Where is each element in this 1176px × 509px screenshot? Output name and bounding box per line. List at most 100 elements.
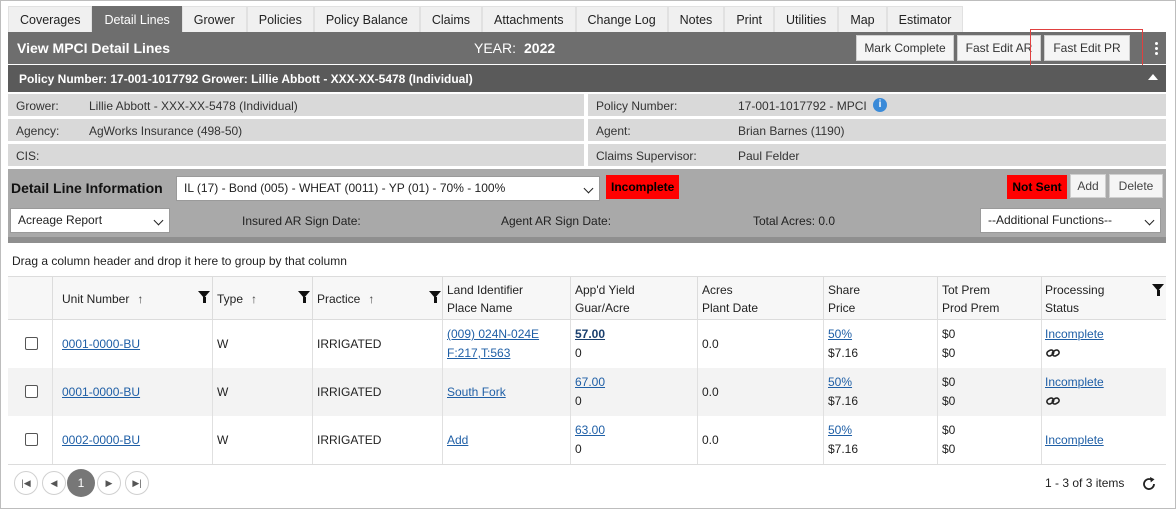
appd-yield-link[interactable]: 67.00 bbox=[575, 375, 605, 389]
tab-estimator[interactable]: Estimator bbox=[886, 6, 964, 32]
add-land-identifier-link[interactable]: Add bbox=[447, 433, 468, 447]
place-name-header-label: Place Name bbox=[447, 301, 513, 315]
detail-line-select-value: IL (17) - Bond (005) - WHEAT (0011) - YP… bbox=[184, 181, 506, 195]
processing-status-link[interactable]: Incomplete bbox=[1045, 327, 1104, 341]
tab-utilities[interactable]: Utilities bbox=[774, 6, 839, 32]
previous-page-icon[interactable]: ◀ bbox=[42, 471, 66, 495]
type-cell: W bbox=[217, 433, 229, 447]
appd-yield-link[interactable]: 57.00 bbox=[575, 327, 605, 341]
sent-status-badge: Not Sent bbox=[1007, 175, 1067, 199]
more-options-icon[interactable] bbox=[1149, 40, 1163, 58]
delete-button[interactable]: Delete bbox=[1109, 174, 1163, 198]
processing-status-link[interactable]: Incomplete bbox=[1045, 375, 1104, 389]
chevron-down-icon bbox=[153, 215, 164, 226]
column-header-unit-number[interactable]: Unit Number ↑ bbox=[52, 276, 212, 320]
column-header-practice[interactable]: Practice ↑ bbox=[312, 276, 442, 320]
tot-prem-cell: $0 bbox=[942, 375, 956, 389]
report-type-value: Acreage Report bbox=[18, 213, 103, 227]
additional-functions-select[interactable]: --Additional Functions-- bbox=[980, 208, 1161, 233]
chain-link-icon[interactable] bbox=[1046, 348, 1060, 358]
first-page-icon[interactable]: |◀ bbox=[14, 471, 38, 495]
row-checkbox[interactable] bbox=[25, 433, 38, 446]
filter-icon[interactable] bbox=[429, 291, 441, 303]
agent-value: Brian Barnes (1190) bbox=[738, 124, 845, 138]
unit-number-link[interactable]: 0002-0000-BU bbox=[62, 433, 140, 447]
tab-map[interactable]: Map bbox=[838, 6, 887, 32]
chevron-down-icon bbox=[1144, 215, 1155, 226]
table-row: 0001-0000-BU W IRRIGATED (009) 024N-024E… bbox=[8, 320, 1166, 368]
tot-prem-cell: $0 bbox=[942, 327, 956, 341]
practice-cell: IRRIGATED bbox=[317, 385, 382, 399]
processing-status-link[interactable]: Incomplete bbox=[1045, 433, 1104, 447]
row-checkbox[interactable] bbox=[25, 337, 38, 350]
tab-coverages[interactable]: Coverages bbox=[8, 6, 93, 32]
pager-info: 1 - 3 of 3 items bbox=[1045, 476, 1125, 490]
tab-detail-lines[interactable]: Detail Lines bbox=[92, 6, 182, 32]
unit-number-link[interactable]: 0001-0000-BU bbox=[62, 385, 140, 399]
grower-cell: Grower: Lillie Abbott - XXX-XX-5478 (Ind… bbox=[8, 94, 584, 116]
tab-policies[interactable]: Policies bbox=[246, 6, 314, 32]
sort-ascending-icon: ↑ bbox=[368, 292, 375, 306]
pager-divider bbox=[8, 464, 1166, 465]
share-header-label: Share bbox=[828, 283, 861, 297]
prod-prem-cell: $0 bbox=[942, 394, 956, 408]
mark-complete-button[interactable]: Mark Complete bbox=[856, 35, 954, 61]
section-divider bbox=[8, 237, 1166, 243]
tab-claims[interactable]: Claims bbox=[419, 6, 483, 32]
info-icon[interactable]: i bbox=[873, 98, 887, 112]
policy-number-label: Policy Number: bbox=[596, 99, 678, 113]
next-page-icon[interactable]: ▶ bbox=[97, 471, 121, 495]
claims-supervisor-label: Claims Supervisor: bbox=[596, 149, 697, 163]
tab-policy-balance[interactable]: Policy Balance bbox=[313, 6, 420, 32]
collapse-caret-icon[interactable] bbox=[1148, 74, 1158, 80]
price-cell: $7.16 bbox=[828, 346, 859, 360]
tab-notes[interactable]: Notes bbox=[667, 6, 725, 32]
page-header: View MPCI Detail Lines YEAR: 2022 Mark C… bbox=[8, 32, 1166, 64]
share-link[interactable]: 50% bbox=[828, 327, 852, 341]
year-label: YEAR: bbox=[474, 40, 517, 56]
fast-edit-ar-button[interactable]: Fast Edit AR bbox=[957, 35, 1041, 61]
column-header-processing-status[interactable]: Processing Status bbox=[1041, 276, 1166, 320]
tab-attachments[interactable]: Attachments bbox=[482, 6, 576, 32]
place-name-link[interactable]: F:217,T:563 bbox=[447, 346, 510, 360]
land-identifier-link[interactable]: (009) 024N-024E bbox=[447, 327, 539, 341]
type-cell: W bbox=[217, 337, 229, 351]
tab-print[interactable]: Print bbox=[724, 6, 775, 32]
column-header-acres[interactable]: Acres Plant Date bbox=[697, 276, 823, 320]
tab-change-log[interactable]: Change Log bbox=[575, 6, 668, 32]
filter-icon[interactable] bbox=[198, 291, 210, 303]
agency-cell: Agency: AgWorks Insurance (498-50) bbox=[8, 119, 584, 141]
prod-prem-cell: $0 bbox=[942, 346, 956, 360]
filter-icon[interactable] bbox=[298, 291, 310, 303]
detail-line-title: Detail Line Information bbox=[11, 180, 163, 196]
land-identifier-link[interactable]: South Fork bbox=[447, 385, 506, 399]
share-link[interactable]: 50% bbox=[828, 375, 852, 389]
chevron-down-icon bbox=[583, 183, 594, 194]
acres-cell: 0.0 bbox=[702, 337, 719, 351]
last-page-icon[interactable]: ▶| bbox=[125, 471, 149, 495]
chain-link-icon[interactable] bbox=[1046, 396, 1060, 406]
policy-number-value: 17-001-1017792 - MPCI bbox=[738, 99, 867, 113]
prod-prem-header-label: Prod Prem bbox=[942, 301, 1000, 315]
guar-acre-cell: 0 bbox=[575, 394, 582, 408]
add-button[interactable]: Add bbox=[1070, 174, 1106, 198]
filter-icon[interactable] bbox=[1152, 284, 1164, 296]
column-header-type[interactable]: Type ↑ bbox=[212, 276, 312, 320]
practice-cell: IRRIGATED bbox=[317, 337, 382, 351]
tab-grower[interactable]: Grower bbox=[181, 6, 247, 32]
column-header-share[interactable]: Share Price bbox=[823, 276, 937, 320]
report-type-select[interactable]: Acreage Report bbox=[10, 208, 170, 233]
appd-yield-link[interactable]: 63.00 bbox=[575, 423, 605, 437]
column-header-land-identifier[interactable]: Land Identifier Place Name bbox=[442, 276, 570, 320]
detail-line-select[interactable]: IL (17) - Bond (005) - WHEAT (0011) - YP… bbox=[176, 176, 600, 201]
column-header-tot-prem[interactable]: Tot Prem Prod Prem bbox=[937, 276, 1041, 320]
price-cell: $7.16 bbox=[828, 394, 859, 408]
row-checkbox[interactable] bbox=[25, 385, 38, 398]
refresh-icon[interactable] bbox=[1140, 475, 1158, 493]
current-page-button[interactable]: 1 bbox=[67, 469, 95, 497]
sort-ascending-icon: ↑ bbox=[251, 292, 258, 306]
share-link[interactable]: 50% bbox=[828, 423, 852, 437]
plant-date-header-label: Plant Date bbox=[702, 301, 759, 315]
column-header-appd-yield[interactable]: App'd Yield Guar/Acre bbox=[570, 276, 697, 320]
unit-number-link[interactable]: 0001-0000-BU bbox=[62, 337, 140, 351]
